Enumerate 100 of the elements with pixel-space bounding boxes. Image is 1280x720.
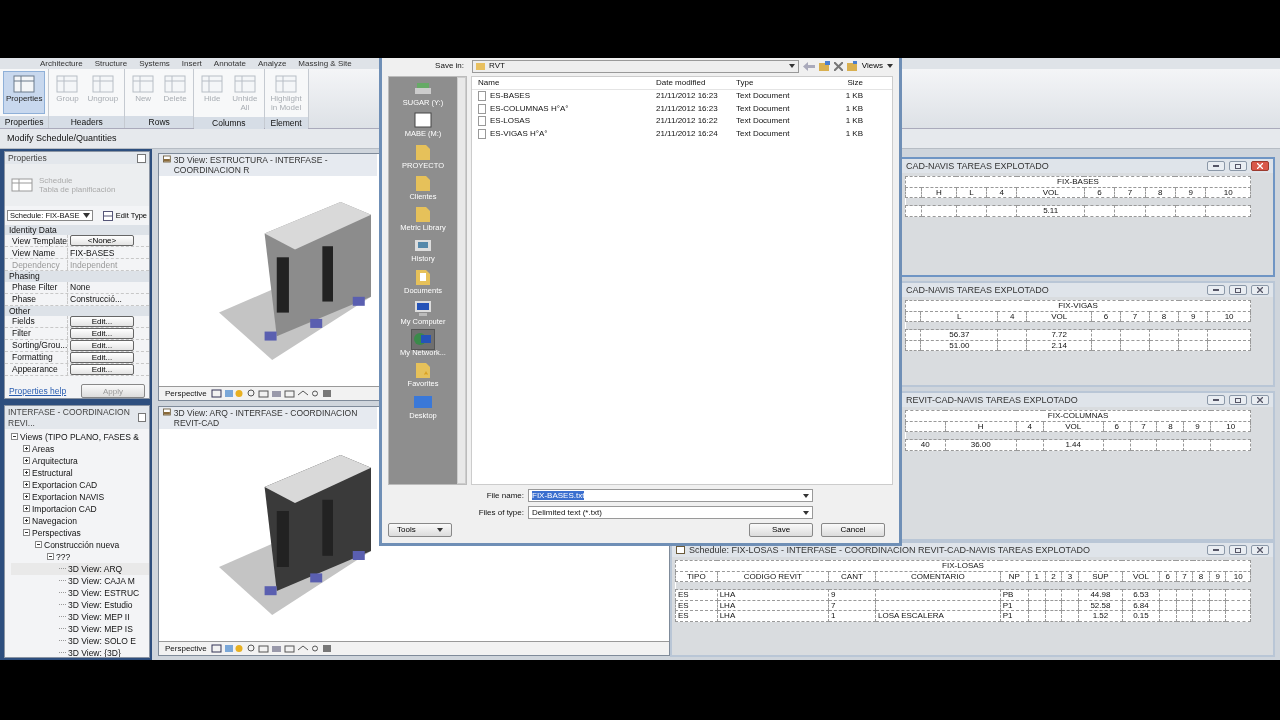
window-title: CAD-NAVIS TAREAS EXPLOTADO [906,284,1049,296]
column-header[interactable]: Type [732,78,812,88]
tree-item[interactable]: 3D View: SOLO E [11,634,149,647]
group-header[interactable]: Phasing [5,271,149,282]
column-header[interactable]: Size [812,78,867,88]
restore-icon [1235,287,1241,293]
table-cell: PB [1000,589,1029,601]
ribbon-tab[interactable]: Annotate [213,58,246,69]
property-button[interactable]: Edit... [70,327,134,339]
property-button[interactable]: Edit... [70,351,134,363]
minimize-button[interactable] [1207,161,1225,171]
minimize-button[interactable] [1207,545,1225,555]
tree-item[interactable]: 3D View: ESTRUC [11,586,149,599]
tree-item[interactable]: Perspectivas [11,526,149,539]
property-label: Dependency [11,259,61,270]
ribbon-tab[interactable]: Architecture [40,58,83,69]
restore-icon [1235,547,1241,553]
minimize-icon [1213,289,1219,291]
group-header[interactable]: Identity Data [5,225,149,236]
folder-icon [476,62,485,70]
schedule-heading: FIX-VIGAS [905,300,1251,312]
restore-button[interactable] [1229,395,1247,405]
ribbon-tab[interactable]: Systems [139,58,170,69]
view-mode-label[interactable]: Perspective [165,388,207,399]
column-header: VOL [1122,571,1160,582]
tree-item[interactable]: 3D View: MEP IS [11,622,149,635]
save-in-dropdown[interactable]: RVT [472,59,799,73]
cancel-button[interactable]: Cancel [821,523,885,537]
tree-item[interactable]: ??? [11,550,149,563]
close-button[interactable] [1251,285,1269,295]
file-row[interactable]: ES-COLUMNAS H°A° 21/11/2012 16:23 Text Document 1 KB [472,102,892,115]
file-name-field[interactable]: FIX-BASES.txt [528,489,813,502]
column-header: H [945,421,1017,432]
tree-item[interactable]: Exportacion CAD [11,478,149,491]
close-button[interactable] [1251,545,1269,555]
table-icon [12,73,37,95]
restore-button[interactable] [1229,161,1247,171]
ribbon-tab[interactable]: Insert [181,58,202,69]
tree-item[interactable]: Importacion CAD [11,502,149,515]
column-header: 9 [1183,421,1211,432]
file-row[interactable]: ES-VIGAS H°A° 21/11/2012 16:24 Text Document 1 KB [472,127,892,140]
column-header: 7 [1130,421,1157,432]
property-label: Formatting [11,352,54,363]
minimize-button[interactable] [1207,285,1225,295]
tree-item[interactable]: Construcción nueva [11,538,149,551]
ribbon-tab[interactable]: Analyze [257,58,287,69]
tree-item[interactable]: 3D View: CAJA M [11,574,149,587]
tree-item[interactable]: 3D View: MEP II [11,610,149,623]
view-mode-label[interactable]: Perspective [165,643,207,654]
property-value[interactable]: Construcció... [70,293,122,304]
column-header[interactable]: Date modified [652,78,732,88]
table-cell: P1 [1000,600,1029,611]
new-folder-icon[interactable] [818,61,830,71]
tree-item[interactable]: 3D View: ARQ [11,562,149,575]
table-cell: 6.53 [1122,589,1160,601]
tree-item[interactable]: Areas [11,442,149,455]
column-header[interactable]: Name [472,78,652,88]
close-button[interactable] [137,153,146,163]
file-row[interactable]: ES-LOSAS 21/11/2012 16:22 Text Document 1 KB [472,115,892,128]
table-cell: ES [675,610,718,622]
property-value[interactable]: None [70,281,91,292]
column-header: 9 [1175,187,1206,198]
column-header: 7 [1176,571,1193,582]
restore-button[interactable] [1229,285,1247,295]
views-button[interactable]: Views [861,61,893,71]
table-cell: 5.11 [1016,205,1085,217]
close-button[interactable] [1251,395,1269,405]
tree-item[interactable]: 3D View: {3D} [11,646,149,657]
table-cell: 7 [828,600,876,611]
ribbon-tab[interactable]: Structure [94,58,128,69]
close-icon [1257,163,1263,169]
save-button[interactable]: Save [749,523,813,537]
help-link[interactable]: Properties help [9,386,67,397]
table-icon [232,73,257,95]
delete-icon[interactable] [833,61,843,71]
property-button[interactable]: <None> [70,235,134,247]
property-button[interactable]: Edit... [70,315,134,327]
close-button[interactable] [138,413,146,422]
ribbon-button[interactable]: Properties [3,71,46,114]
tree-item[interactable]: Arquitectura [11,454,149,467]
tools-button[interactable]: Tools [388,523,452,537]
property-value[interactable]: FIX-BASES [70,247,115,258]
schedule-heading: FIX-LOSAS [675,560,1251,572]
tree-item[interactable]: Views (TIPO PLANO, FASES & [11,430,149,443]
file-row[interactable]: ES-BASES 21/11/2012 16:23 Text Document 1 KB [472,90,892,103]
property-button[interactable]: Edit... [70,339,134,351]
tree-item[interactable]: Exportacion NAVIS [11,490,149,503]
property-button[interactable]: Edit... [70,363,134,375]
tree-item[interactable]: Estructural [11,466,149,479]
file-type-dropdown[interactable]: Delimited text (*.txt) [528,506,813,519]
scrollbar[interactable] [457,77,466,484]
restore-button[interactable] [1229,545,1247,555]
folder-icon[interactable] [846,61,858,71]
table-cell: 1 [828,610,876,622]
tree-item[interactable]: 3D View: Estudio [11,598,149,611]
minimize-button[interactable] [1207,395,1225,405]
tree-item[interactable]: Navegacion [11,514,149,527]
ribbon-tab[interactable]: Massing & Site [298,58,352,69]
group-header[interactable]: Other [5,305,149,316]
close-button[interactable] [1251,161,1269,171]
